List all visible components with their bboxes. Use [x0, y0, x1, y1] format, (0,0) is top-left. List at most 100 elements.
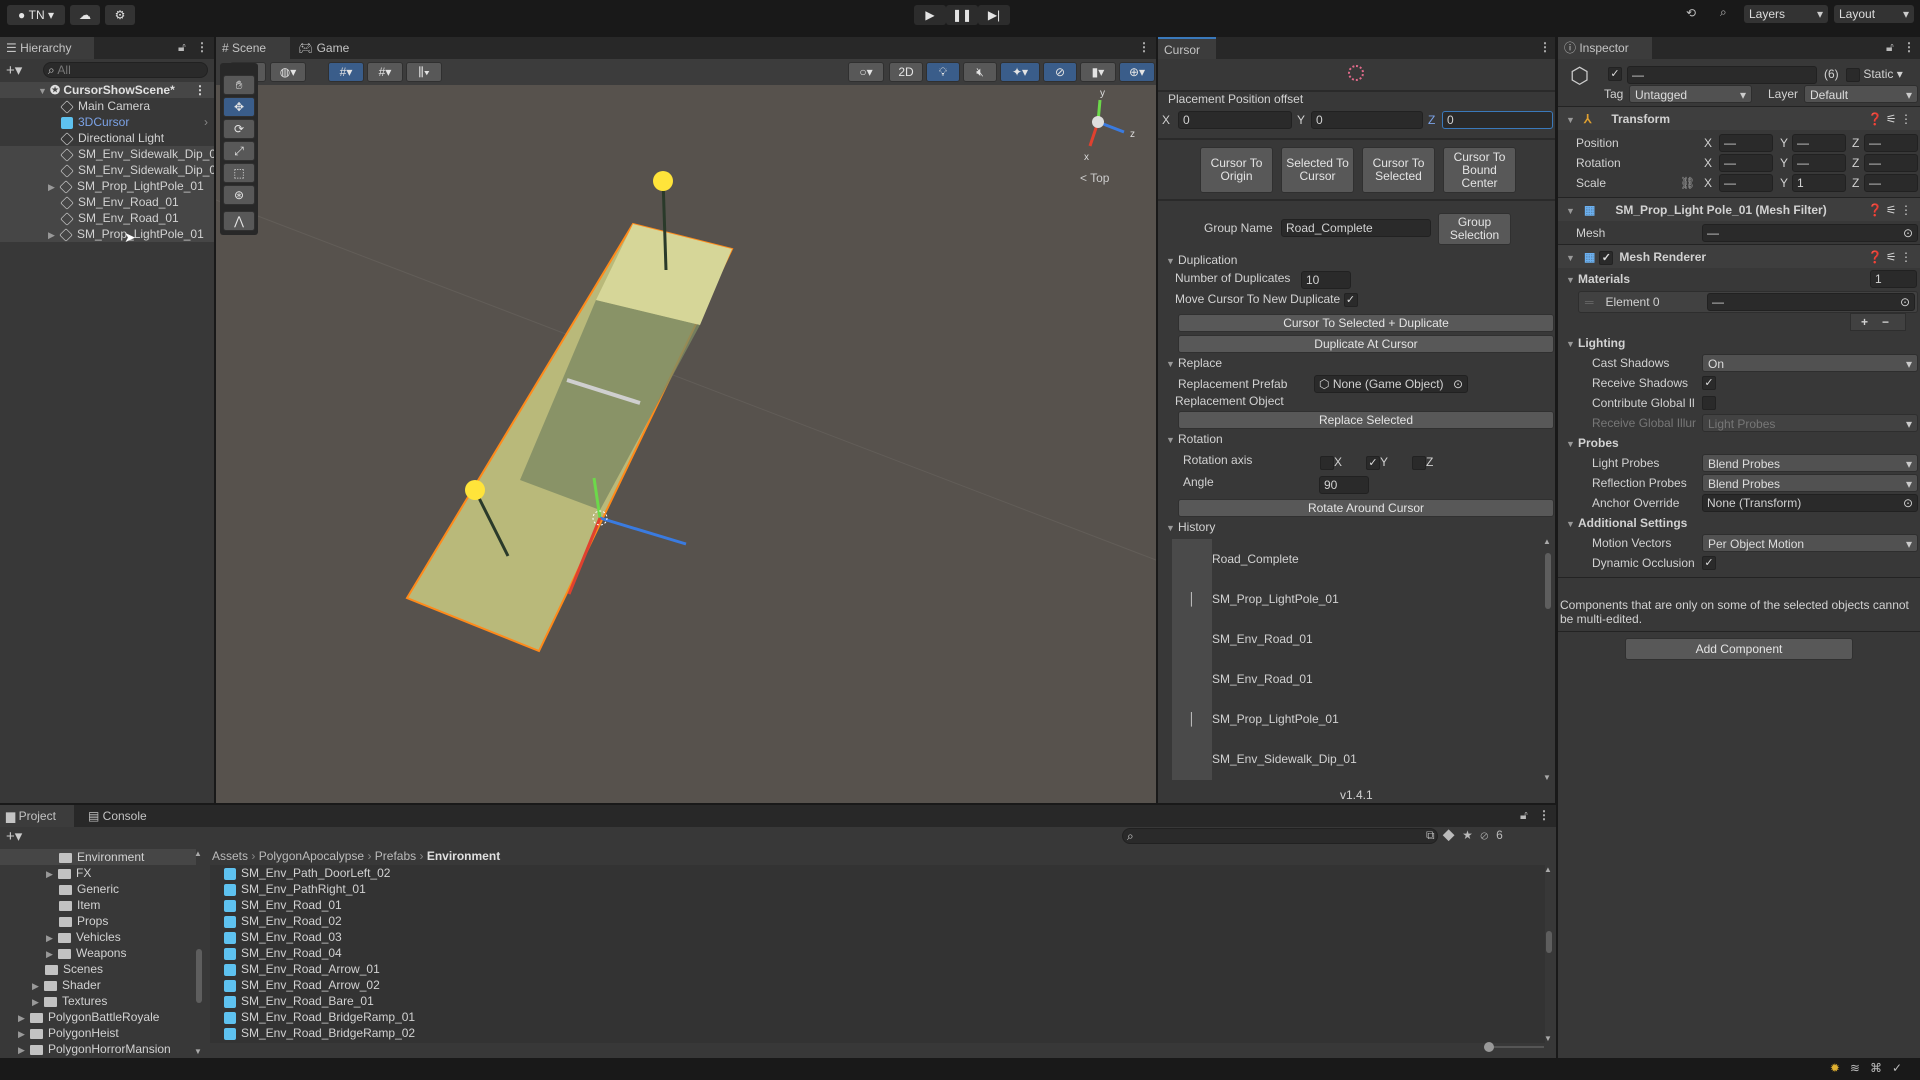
more-icon[interactable]: ⋮ [1903, 40, 1915, 54]
history-header[interactable]: ▼ History [1166, 517, 1215, 537]
position-x-input[interactable]: — [1719, 134, 1773, 152]
offset-y-input[interactable]: 0 [1311, 111, 1423, 129]
snap-increment-button[interactable]: #▾ [367, 62, 403, 82]
scroll-down-icon[interactable]: ▼ [1543, 773, 1551, 782]
tree-item[interactable]: ▶ PolygonHorrorMansion [0, 1041, 206, 1057]
project-search-input[interactable]: ⌕ [1122, 828, 1438, 844]
filter-type-icon[interactable]: ⧉ [1426, 828, 1443, 842]
custom-tool[interactable]: ⋀ [223, 211, 255, 231]
cursor-to-bound-center-button[interactable]: Cursor To Bound Center [1443, 147, 1516, 193]
component-actions[interactable]: ❓ ⚟ ⋮ [1868, 245, 1912, 269]
component-actions[interactable]: ❓ ⚟ ⋮ [1868, 107, 1912, 131]
create-button[interactable]: +▾ [6, 827, 22, 845]
scrollbar-thumb[interactable] [1545, 553, 1551, 609]
history-scrollbar[interactable]: ▲ ▼ [1543, 537, 1553, 782]
file-item[interactable]: SM_Env_Road_04 [210, 945, 610, 961]
ruler-button[interactable]: ⫼▾ [406, 62, 442, 82]
scene-viewport[interactable]: y z x < Top [216, 85, 1156, 803]
drag-handle-icon[interactable]: ═ [1585, 295, 1594, 309]
rotation-header[interactable]: ▼ Rotation [1166, 429, 1223, 449]
gizmos-button[interactable]: ⊕▾ [1119, 62, 1155, 82]
offset-x-input[interactable]: 0 [1178, 111, 1292, 129]
position-y-input[interactable]: — [1792, 134, 1846, 152]
mesh-field[interactable]: — ⊙ [1702, 224, 1918, 242]
favorite-icon[interactable]: ★ [1463, 828, 1481, 842]
more-icon[interactable]: ⋮ [1539, 40, 1551, 54]
history-item[interactable]: │ SM_Prop_LightPole_01 [1172, 579, 1512, 619]
expand-arrow-icon[interactable]: ▶ [48, 179, 60, 194]
tag-dropdown[interactable]: Untagged [1629, 85, 1752, 104]
hierarchy-item-selected[interactable]: ▶ SM_Prop_LightPole_01 [0, 226, 214, 242]
cloud-button[interactable]: ☁ [70, 5, 100, 25]
chevron-right-icon[interactable]: › [204, 114, 208, 130]
layers-dropdown[interactable]: Layers [1744, 5, 1828, 23]
scale-y-input[interactable]: 1 [1792, 174, 1846, 192]
rotate-around-cursor-button[interactable]: Rotate Around Cursor [1178, 499, 1554, 517]
scale-x-input[interactable]: — [1719, 174, 1773, 192]
replace-selected-button[interactable]: Replace Selected [1178, 411, 1554, 429]
lock-icon[interactable]: 🔓︎ [1520, 808, 1528, 823]
hierarchy-item-selected[interactable]: SM_Env_Road_01 [0, 194, 214, 210]
static-checkbox[interactable] [1846, 67, 1860, 82]
mesh-renderer-enabled-checkbox[interactable]: ✓ [1599, 250, 1614, 265]
tree-scrollbar[interactable]: ▲ ▼ [194, 849, 204, 1056]
object-picker-icon[interactable]: ⊙ [1453, 376, 1463, 392]
lighting-header[interactable]: ▼ Lighting [1558, 333, 1920, 353]
grid-snap-button[interactable]: #▾ [328, 62, 364, 82]
2d-toggle[interactable]: 2D [889, 62, 923, 82]
file-item[interactable]: SM_Env_Road_Arrow_01 [210, 961, 610, 977]
expand-arrow-icon[interactable]: ▶ [48, 227, 60, 242]
more-icon[interactable]: ⋮ [196, 40, 208, 54]
tab-project[interactable]: ▆ Project [0, 805, 74, 827]
tree-item[interactable]: ▶ Textures [0, 993, 206, 1009]
mesh-filter-header[interactable]: ▼ ▦ SM_Prop_Light Pole_01 (Mesh Filter) ❓ ⚟… [1558, 197, 1920, 221]
replacement-prefab-field[interactable]: ⬡ None (Game Object) ⊙ [1314, 375, 1468, 393]
scene-row[interactable]: ▼ ✪ CursorShowScene* ⋮ [0, 82, 214, 98]
rotation-x-input[interactable]: — [1719, 154, 1773, 172]
transform-header[interactable]: ▼ ⅄ Transform ❓ ⚟ ⋮ [1558, 106, 1920, 130]
file-item[interactable]: SM_Env_Road_03 [210, 929, 610, 945]
shading-mode-button[interactable]: ○▾ [848, 62, 884, 82]
object-picker-icon[interactable]: ⊙ [1903, 225, 1913, 241]
component-actions[interactable]: ❓ ⚟ ⋮ [1868, 198, 1912, 222]
axis-z-checkbox[interactable] [1412, 455, 1426, 470]
icon-size-slider[interactable] [1484, 1042, 1544, 1052]
history-item[interactable]: SM_Env_Road_01 [1172, 619, 1512, 659]
tree-item[interactable]: ▶ FX [0, 865, 206, 881]
hierarchy-item-selected[interactable]: SM_Env_Sidewalk_Dip_01 [0, 162, 214, 178]
scroll-up-icon[interactable]: ▲ [1544, 865, 1552, 874]
offset-z-input[interactable]: 0 [1442, 111, 1553, 129]
history-item[interactable]: Road_Complete [1172, 539, 1512, 579]
slider-handle[interactable] [1484, 1042, 1494, 1052]
move-cursor-checkbox[interactable]: ✓ [1343, 292, 1358, 307]
duplication-header[interactable]: ▼ Duplication [1166, 250, 1237, 270]
global-button[interactable]: ◍▾ [270, 62, 306, 82]
hand-tool[interactable]: ✋︎ [223, 75, 255, 95]
tree-item[interactable]: ▶ PolygonBattleRoyale [0, 1009, 206, 1025]
active-checkbox[interactable]: ✓ [1608, 67, 1622, 81]
history-item[interactable]: SM_Env_Sidewalk_Dip_01 [1172, 739, 1512, 779]
collab-button[interactable]: ⚙ [105, 5, 135, 25]
visibility-toggle[interactable]: ⊘ [1043, 62, 1077, 82]
orientation-gizmo[interactable]: y z x < Top [1080, 88, 1135, 185]
camera-button[interactable]: ▮▾ [1080, 62, 1116, 82]
materials-size-input[interactable]: 1 [1870, 270, 1917, 288]
rotation-y-input[interactable]: — [1792, 154, 1846, 172]
motion-vectors-dropdown[interactable]: Per Object Motion [1702, 534, 1918, 553]
scroll-down-icon[interactable]: ▼ [1544, 1034, 1552, 1043]
tab-game[interactable]: 🎮︎ Game [292, 37, 362, 59]
breadcrumb-item[interactable]: PolygonApocalypse [259, 849, 364, 863]
chevron-down-icon[interactable]: ▾ [1897, 67, 1903, 81]
tree-item[interactable]: Generic [0, 881, 206, 897]
lighting-toggle[interactable]: 💡︎ [926, 62, 960, 82]
hierarchy-item[interactable]: Main Camera [0, 98, 214, 114]
tree-item[interactable]: Scenes [0, 961, 206, 977]
layout-dropdown[interactable]: Layout [1834, 5, 1914, 23]
rect-tool[interactable]: ⬚ [223, 163, 255, 183]
add-element-icon[interactable]: + [1861, 315, 1868, 329]
duplicate-at-cursor-button[interactable]: Duplicate At Cursor [1178, 335, 1554, 353]
more-icon[interactable]: ⋮ [1138, 40, 1150, 54]
more-icon[interactable]: ⋮ [1538, 808, 1550, 822]
rotation-z-input[interactable]: — [1864, 154, 1918, 172]
move-gizmo-z[interactable] [599, 516, 687, 546]
